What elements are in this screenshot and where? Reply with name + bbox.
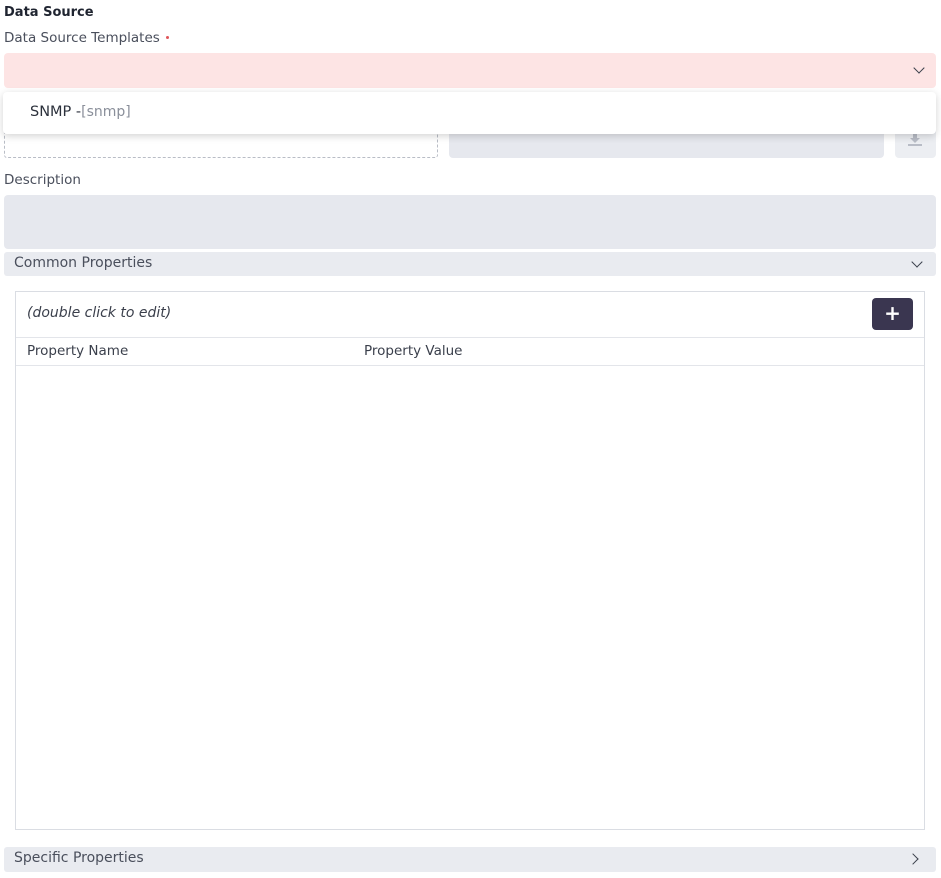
dropdown-option-snmp[interactable]: SNMP -[snmp] [3, 92, 936, 134]
add-property-button[interactable]: + [872, 298, 913, 330]
templates-label-text: Data Source Templates [4, 30, 160, 46]
description-label: Description [4, 172, 81, 188]
templates-label: Data Source Templates [4, 30, 169, 46]
table-toolbar: (double click to edit) + [16, 292, 924, 338]
specific-properties-toggle[interactable]: Specific Properties [4, 847, 936, 872]
option-name: SNMP - [30, 104, 82, 120]
common-properties-label: Common Properties [14, 255, 153, 271]
column-header-property-value[interactable]: Property Value [364, 338, 463, 366]
common-properties-table: (double click to edit) + Property Name P… [15, 291, 925, 830]
chevron-down-icon [913, 62, 925, 74]
option-code: [snmp] [81, 104, 131, 120]
download-icon [908, 132, 922, 146]
templates-dropdown: SNMP -[snmp] [3, 92, 936, 134]
column-header-property-name[interactable]: Property Name [27, 338, 128, 366]
templates-select[interactable] [4, 53, 936, 88]
chevron-down-icon [911, 256, 923, 268]
header-divider [16, 365, 924, 366]
required-indicator [165, 35, 169, 39]
chevron-right-icon [907, 853, 919, 865]
description-field[interactable] [4, 195, 936, 249]
common-properties-toggle[interactable]: Common Properties [4, 252, 936, 276]
section-title: Data Source [4, 5, 94, 20]
specific-properties-label: Specific Properties [14, 850, 144, 866]
edit-hint: (double click to edit) [27, 305, 172, 321]
